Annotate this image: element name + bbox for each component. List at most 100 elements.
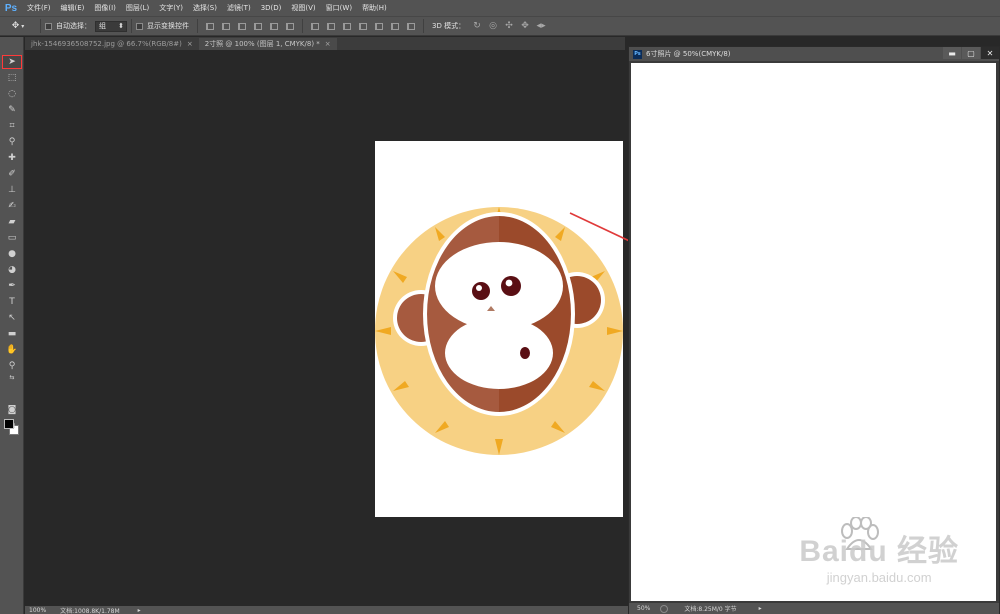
minimize-button[interactable]: ▬ — [943, 47, 961, 59]
tab-jhk-image[interactable]: jhk-1546936508752.jpg @ 66.7%(RGB/8#) × — [25, 38, 199, 50]
lasso-tool-icon[interactable]: ◌ — [2, 87, 22, 101]
history-brush-tool-icon[interactable]: ✍ — [2, 199, 22, 213]
auto-select-label: 自动选择： — [56, 22, 91, 30]
swap-colors-icon[interactable]: ⇆ — [2, 373, 22, 381]
menu-3d[interactable]: 3D(D) — [256, 4, 287, 12]
stepper-icon: ⬍ — [118, 22, 124, 30]
dodge-tool-icon[interactable]: ◕ — [2, 263, 22, 277]
status-bar: 100% 文档:1008.8K/1.78M ▸ — [25, 606, 630, 614]
maximize-button[interactable]: ▢ — [962, 47, 980, 59]
menu-bar: Ps 文件(F) 编辑(E) 图像(I) 图层(L) 文字(Y) 选择(S) 滤… — [0, 0, 1000, 16]
distribute-vcenter-icon[interactable] — [324, 20, 338, 32]
type-tool-icon[interactable]: T — [2, 295, 22, 309]
tab-2inch-photo[interactable]: 2寸照 @ 100% (图层 1, CMYK/8) * × — [198, 38, 337, 50]
marquee-tool-icon[interactable]: ⬚ — [2, 71, 22, 85]
float-zoom-level[interactable]: 50% — [637, 605, 650, 612]
blur-tool-icon[interactable]: ● — [2, 247, 22, 261]
tools-panel: ➤ ⬚ ◌ ✎ ⌗ ⚲ ✚ ✐ ⊥ ✍ ▰ ▭ ● ◕ ✒ T ↖ ▬ ✋ ⚲ … — [0, 37, 24, 614]
show-transform-checkbox[interactable] — [136, 22, 143, 30]
align-top-icon[interactable] — [203, 20, 217, 32]
menu-window[interactable]: 窗口(W) — [321, 3, 357, 13]
ps-logo: Ps — [4, 2, 18, 14]
monkey-illustration — [375, 207, 623, 455]
divider — [302, 19, 303, 33]
divider — [131, 19, 132, 33]
auto-align-icon[interactable] — [404, 20, 418, 32]
tab-label: jhk-1546936508752.jpg @ 66.7%(RGB/8#) — [31, 40, 182, 48]
window-titlebar[interactable]: Ps 6寸照片 @ 50%(CMYK/8) ▬ ▢ ✕ — [629, 47, 999, 61]
path-select-tool-icon[interactable]: ↖ — [2, 311, 22, 325]
menu-type[interactable]: 文字(Y) — [154, 3, 188, 13]
menu-edit[interactable]: 编辑(E) — [56, 3, 90, 13]
rectangle-tool-icon[interactable]: ▬ — [2, 327, 22, 341]
chevron-down-icon: ▾ — [21, 22, 25, 30]
auto-select-dropdown[interactable]: 组 ⬍ — [95, 20, 127, 32]
scale-3d-icon[interactable]: ◂▸ — [534, 20, 548, 32]
close-icon[interactable]: × — [325, 40, 331, 48]
float-status-arrow-icon[interactable]: ▸ — [759, 605, 762, 612]
divider — [423, 19, 424, 33]
align-bottom-icon[interactable] — [235, 20, 249, 32]
quick-select-tool-icon[interactable]: ✎ — [2, 103, 22, 117]
distribute-top-icon[interactable] — [308, 20, 322, 32]
show-transform-label: 显示变换控件 — [147, 22, 189, 30]
menu-image[interactable]: 图像(I) — [89, 3, 121, 13]
align-vcenter-icon[interactable] — [219, 20, 233, 32]
move-tool-icon[interactable]: ➤ — [2, 55, 22, 69]
menu-view[interactable]: 视图(V) — [286, 3, 320, 13]
watermark-url: jingyan.baidu.com — [826, 570, 932, 585]
hand-tool-icon[interactable]: ✋ — [2, 343, 22, 357]
auto-select-value: 组 — [99, 22, 106, 30]
close-icon[interactable]: × — [187, 40, 193, 48]
roll-3d-icon[interactable]: ◎ — [486, 20, 500, 32]
zoom-level[interactable]: 100% — [29, 607, 46, 614]
ps-app-icon: Ps — [633, 49, 642, 59]
align-left-icon[interactable] — [251, 20, 265, 32]
document-canvas[interactable] — [375, 141, 623, 517]
foreground-color-swatch[interactable] — [4, 419, 14, 429]
gradient-tool-icon[interactable]: ▭ — [2, 231, 22, 245]
pen-tool-icon[interactable]: ✒ — [2, 279, 22, 293]
quick-mask-icon[interactable]: ◙ — [2, 403, 22, 417]
window-title: 6寸照片 @ 50%(CMYK/8) — [646, 50, 731, 58]
watermark-main: Baidu 经验 — [799, 535, 959, 568]
clone-stamp-tool-icon[interactable]: ⊥ — [2, 183, 22, 197]
divider — [40, 19, 41, 33]
healing-brush-tool-icon[interactable]: ✚ — [2, 151, 22, 165]
eyedropper-tool-icon[interactable]: ⚲ — [2, 135, 22, 149]
brush-tool-icon[interactable]: ✐ — [2, 167, 22, 181]
zoom-tool-icon[interactable]: ⚲ — [2, 359, 22, 373]
divider — [197, 19, 198, 33]
crop-tool-icon[interactable]: ⌗ — [2, 119, 22, 133]
distribute-right-icon[interactable] — [388, 20, 402, 32]
float-doc-info: 文档:8.25M/0 字节 — [684, 606, 737, 613]
move-tool-preset[interactable]: ✥ ▾ — [0, 17, 36, 35]
options-bar: ✥ ▾ 自动选择： 组 ⬍ 显示变换控件 3D 模式： ↻ ◎ ✣ ✥ ◂▸ — [0, 16, 1000, 36]
6inch-photo-canvas[interactable] — [631, 63, 996, 601]
menu-help[interactable]: 帮助(H) — [357, 3, 392, 13]
align-right-icon[interactable] — [283, 20, 297, 32]
menu-file[interactable]: 文件(F) — [22, 3, 56, 13]
status-menu-arrow-icon[interactable]: ▸ — [138, 607, 141, 614]
align-hcenter-icon[interactable] — [267, 20, 281, 32]
align-buttons — [202, 20, 298, 32]
distribute-left-icon[interactable] — [356, 20, 370, 32]
distribute-hcenter-icon[interactable] — [372, 20, 386, 32]
rotate-3d-icon[interactable]: ↻ — [470, 20, 484, 32]
distribute-bottom-icon[interactable] — [340, 20, 354, 32]
pan-3d-icon[interactable]: ✣ — [502, 20, 516, 32]
move-icon: ✥ — [11, 21, 20, 31]
slide-3d-icon[interactable]: ✥ — [518, 20, 532, 32]
floating-document-window: Ps 6寸照片 @ 50%(CMYK/8) ▬ ▢ ✕ 50% 文档:8.25M… — [628, 46, 1000, 614]
distribute-buttons — [307, 20, 419, 32]
menu-filter[interactable]: 滤镜(T) — [222, 3, 256, 13]
mode-3d-label: 3D 模式： — [432, 22, 466, 30]
menu-select[interactable]: 选择(S) — [188, 3, 222, 13]
watermark: Baidu 经验 jingyan.baidu.com — [799, 526, 959, 585]
document-tabs: jhk-1546936508752.jpg @ 66.7%(RGB/8#) × … — [25, 37, 625, 50]
menu-layer[interactable]: 图层(L) — [121, 3, 154, 13]
auto-select-checkbox[interactable] — [45, 22, 52, 30]
close-button[interactable]: ✕ — [981, 47, 999, 59]
eraser-tool-icon[interactable]: ▰ — [2, 215, 22, 229]
canvas-area[interactable] — [25, 50, 630, 608]
